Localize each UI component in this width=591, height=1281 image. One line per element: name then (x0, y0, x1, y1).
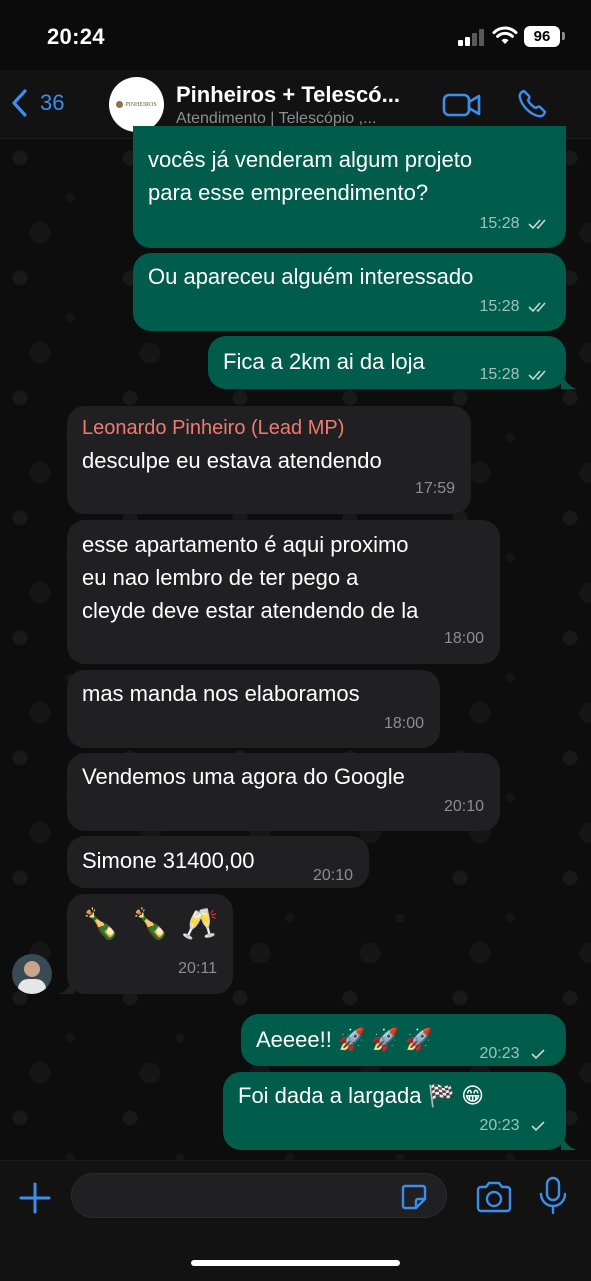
message-time: 20:23 (480, 1038, 551, 1070)
sticker-icon[interactable] (400, 1183, 428, 1211)
cellular-signal-icon (458, 28, 486, 46)
status-bar: 20:24 96 (0, 0, 591, 70)
message-bubble-incoming[interactable]: Simone 31400,00 20:10 (67, 836, 369, 888)
group-logo: PINHEIROS (114, 100, 159, 110)
message-time: 18:00 (383, 715, 424, 732)
message-input[interactable] (71, 1173, 447, 1218)
wifi-icon (492, 26, 518, 44)
message-text: mas manda nos elaboramos (82, 681, 360, 706)
home-indicator (191, 1260, 400, 1266)
message-text: desculpe eu estava atendendo (82, 448, 382, 473)
message-text: Ou apareceu alguém interessado (148, 264, 474, 289)
message-bubble-incoming[interactable]: Leonardo Pinheiro (Lead MP) desculpe eu … (67, 406, 471, 514)
sender-name[interactable]: Leonardo Pinheiro (Lead MP) (82, 414, 344, 442)
back-chevron-icon (12, 89, 27, 117)
group-avatar[interactable]: PINHEIROS (109, 77, 164, 132)
message-text: vocês já venderam algum projeto (148, 147, 473, 172)
message-text: Fica a 2km ai da loja (223, 349, 425, 374)
video-call-icon[interactable] (442, 92, 482, 118)
message-bubble-incoming[interactable]: Vendemos uma agora do Google 20:10 (67, 753, 500, 831)
message-time: 18:00 (443, 630, 484, 647)
battery-tip (562, 32, 565, 40)
message-text: 🍾 🍾 🥂 (82, 908, 221, 941)
unread-count: 36 (40, 90, 65, 115)
double-check-icon (528, 219, 546, 229)
message-time: 20:10 (443, 798, 484, 815)
message-bubble-outgoing[interactable]: vocês já venderam algum projeto para ess… (133, 126, 566, 248)
phone-icon[interactable] (516, 88, 548, 120)
message-time: 15:28 (480, 359, 551, 391)
message-time: 20:11 (178, 960, 217, 977)
single-check-icon (531, 1049, 545, 1059)
message-time: 15:28 (480, 208, 551, 240)
single-check-icon (531, 1121, 545, 1131)
microphone-icon[interactable] (538, 1176, 568, 1216)
bubble-tail (58, 978, 74, 994)
message-text: Simone 31400,00 (82, 848, 255, 873)
double-check-icon (528, 302, 546, 312)
back-button[interactable]: 36 (10, 86, 64, 120)
message-time: 20:10 (312, 867, 353, 884)
message-bubble-outgoing[interactable]: Fica a 2km ai da loja 15:28 (208, 336, 566, 389)
message-text: esse apartamento é aqui proximo (82, 532, 409, 557)
message-time: 15:28 (480, 291, 551, 323)
composer-bar (0, 1160, 591, 1281)
message-text: para esse empreendimento? (148, 180, 429, 205)
message-bubble-outgoing[interactable]: Foi dada a largada 🏁 😁 20:23 (223, 1072, 566, 1150)
camera-icon[interactable] (475, 1181, 513, 1213)
message-time: 17:59 (414, 480, 455, 497)
bubble-tail (561, 1134, 577, 1150)
message-time: 20:23 (480, 1110, 551, 1142)
message-bubble-incoming[interactable]: 🍾 🍾 🥂 20:11 (67, 894, 233, 994)
message-bubble-incoming[interactable]: esse apartamento é aqui proximo eu nao l… (67, 520, 500, 664)
battery-indicator: 96 (524, 26, 560, 47)
sender-avatar[interactable] (12, 954, 52, 994)
message-text: Foi dada a largada 🏁 😁 (238, 1083, 485, 1108)
message-bubble-outgoing[interactable]: Ou apareceu alguém interessado 15:28 (133, 253, 566, 331)
message-text: eu nao lembro de ter pego a (82, 565, 359, 590)
double-check-icon (528, 370, 546, 380)
message-text: cleyde deve estar atendendo de la (82, 598, 419, 623)
message-bubble-outgoing[interactable]: Aeeee!! 🚀 🚀 🚀 20:23 (241, 1014, 566, 1066)
message-text: Vendemos uma agora do Google (82, 764, 405, 789)
message-text: Aeeee!! 🚀 🚀 🚀 (256, 1027, 433, 1052)
group-title[interactable]: Pinheiros + Telescó... (176, 82, 400, 108)
status-time: 20:24 (47, 24, 105, 49)
message-bubble-incoming[interactable]: mas manda nos elaboramos 18:00 (67, 670, 440, 748)
plus-icon[interactable] (18, 1181, 52, 1215)
bubble-tail (561, 373, 577, 389)
